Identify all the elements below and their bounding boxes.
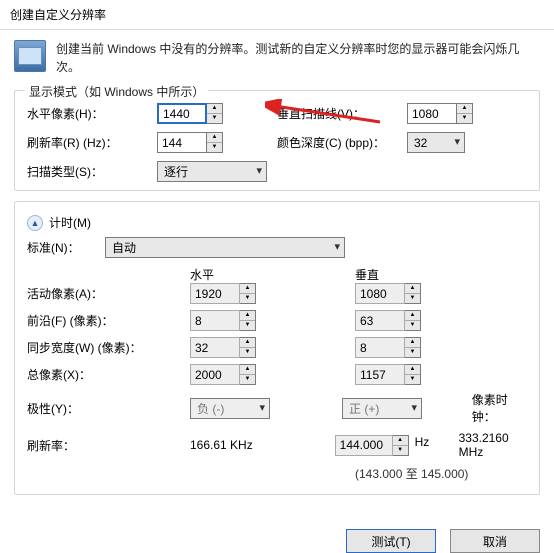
standard-select[interactable]: 自动 <box>105 237 345 258</box>
vscanlines-label: 垂直扫描线(V)： <box>277 105 407 122</box>
syncwidth-h-input[interactable] <box>190 337 240 358</box>
hpixels-input[interactable] <box>157 103 207 124</box>
spin-down-icon[interactable]: ▼ <box>457 114 472 123</box>
intro-text: 创建当前 Windows 中没有的分辨率。测试新的自定义分辨率时您的显示器可能会… <box>56 40 540 76</box>
monitor-icon <box>14 40 46 72</box>
colordepth-select[interactable]: 32 <box>407 132 465 153</box>
refresh2-unit: Hz <box>415 435 430 456</box>
polarity-v-select[interactable]: 正 (+) <box>342 398 422 419</box>
active-h-input[interactable] <box>190 283 240 304</box>
polarity-label: 极性(Y)： <box>27 400 190 417</box>
total-h-input[interactable] <box>190 364 240 385</box>
syncwidth-label: 同步宽度(W) (像素)： <box>27 339 190 356</box>
syncwidth-v-input[interactable] <box>355 337 405 358</box>
active-label: 活动像素(A)： <box>27 285 190 302</box>
refresh-spinner[interactable]: ▲▼ <box>207 132 223 153</box>
display-mode-group: 显示模式（如 Windows 中所示） 水平像素(H)： ▲▼ 垂直扫描线(V)… <box>14 90 540 191</box>
intro-section: 创建当前 Windows 中没有的分辨率。测试新的自定义分辨率时您的显示器可能会… <box>14 40 540 76</box>
scantype-label: 扫描类型(S)： <box>27 163 157 180</box>
refresh2-h-value: 166.61 KHz <box>190 438 253 452</box>
window-title: 创建自定义分辨率 <box>10 8 106 22</box>
refresh-input[interactable] <box>157 132 207 153</box>
timing-group: ▲ 计时(M) 标准(N)： 自动 水平 垂直 活动像素(A)： ▲▼ ▲▼ 前… <box>14 201 540 495</box>
frontporch-h-input[interactable] <box>190 310 240 331</box>
refresh-label: 刷新率(R) (Hz)： <box>27 134 157 151</box>
spin-up-icon[interactable]: ▲ <box>457 104 472 114</box>
polarity-h-select[interactable]: 负 (-) <box>190 398 270 419</box>
pixelclock-label: 像素时钟： <box>472 391 527 425</box>
col-horizontal: 水平 <box>190 266 355 283</box>
hpixels-spinner[interactable]: ▲▼ <box>207 103 223 124</box>
standard-label: 标准(N)： <box>27 239 105 256</box>
total-v-input[interactable] <box>355 364 405 385</box>
title-bar: 创建自定义分辨率 <box>0 0 554 30</box>
dialog-content: 创建当前 Windows 中没有的分辨率。测试新的自定义分辨率时您的显示器可能会… <box>0 30 554 515</box>
test-button[interactable]: 测试(T) <box>346 529 436 553</box>
spin-up-icon[interactable]: ▲ <box>207 104 222 114</box>
spin-down-icon[interactable]: ▼ <box>207 143 222 152</box>
active-h-spinner[interactable]: ▲▼ <box>240 283 256 304</box>
cancel-button[interactable]: 取消 <box>450 529 540 553</box>
colordepth-label: 颜色深度(C) (bpp)： <box>277 134 407 151</box>
dialog-footer: 测试(T) 取消 <box>0 521 554 553</box>
refresh2-label: 刷新率： <box>27 437 190 454</box>
timing-header-label: 计时(M) <box>49 214 91 231</box>
frontporch-label: 前沿(F) (像素)： <box>27 312 190 329</box>
col-vertical: 垂直 <box>355 266 520 283</box>
timing-collapse-toggle[interactable]: ▲ <box>27 215 43 231</box>
frontporch-v-input[interactable] <box>355 310 405 331</box>
vscanlines-spinner[interactable]: ▲▼ <box>457 103 473 124</box>
pixelclock-value: 333.2160 MHz <box>459 431 527 459</box>
hpixels-label: 水平像素(H)： <box>27 105 157 122</box>
active-v-input[interactable] <box>355 283 405 304</box>
vscanlines-input[interactable] <box>407 103 457 124</box>
display-mode-legend: 显示模式（如 Windows 中所示） <box>25 83 208 100</box>
refresh2-v-input[interactable] <box>335 435 393 456</box>
total-label: 总像素(X)： <box>27 366 190 383</box>
active-v-spinner[interactable]: ▲▼ <box>405 283 421 304</box>
spin-up-icon[interactable]: ▲ <box>207 133 222 143</box>
scantype-select[interactable]: 逐行 <box>157 161 267 182</box>
spin-down-icon[interactable]: ▼ <box>207 114 222 123</box>
refresh-range-note: (143.000 至 145.000) <box>355 465 527 482</box>
